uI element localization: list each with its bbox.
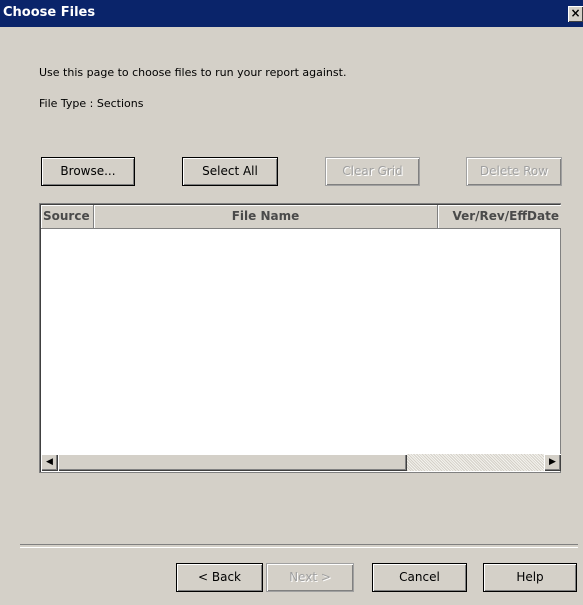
help-button[interactable]: Help [483,563,577,592]
scroll-thumb[interactable] [58,454,407,471]
title-bar: Choose Files × [0,0,583,27]
close-icon: × [570,6,581,20]
files-grid[interactable]: Source File Name Ver/Rev/EffDate ◀ ▶ [39,203,561,473]
window-title: Choose Files [3,5,96,20]
scroll-left-button[interactable]: ◀ [41,454,58,471]
grid-header: Source File Name Ver/Rev/EffDate [41,205,561,229]
column-header-source[interactable]: Source [41,205,94,229]
delete-row-button[interactable]: Delete Row [466,157,562,186]
cancel-button[interactable]: Cancel [372,563,467,592]
footer-separator [20,544,578,548]
column-header-file-name[interactable]: File Name [94,205,438,229]
horizontal-scrollbar[interactable]: ◀ ▶ [41,454,561,471]
next-button[interactable]: Next > [266,563,354,592]
clear-grid-button[interactable]: Clear Grid [325,157,420,186]
close-button[interactable]: × [568,6,583,22]
instructions-text: Use this page to choose files to run you… [39,66,347,79]
file-type-label: File Type : Sections [39,97,144,110]
scroll-right-button[interactable]: ▶ [544,454,561,471]
chevron-left-icon: ◀ [46,457,53,467]
column-header-ver-rev-effdate[interactable]: Ver/Rev/EffDate [438,205,561,229]
select-all-button[interactable]: Select All [182,157,278,186]
browse-button[interactable]: Browse... [41,157,135,186]
back-button[interactable]: < Back [176,563,263,592]
chevron-right-icon: ▶ [549,457,556,467]
